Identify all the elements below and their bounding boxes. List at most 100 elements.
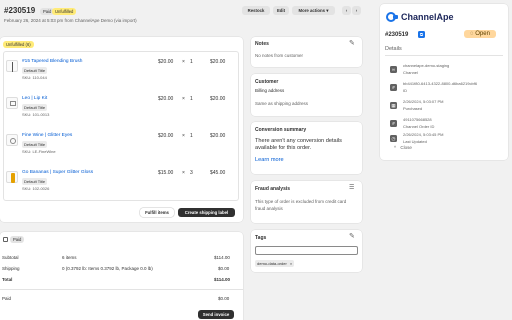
notes-card: Notes ✎ No notes from customer <box>251 37 362 67</box>
tags-card: Tags ✎ demo-data-order × <box>251 230 362 272</box>
edit-pencil-icon[interactable]: ✎ <box>349 232 355 240</box>
create-shipping-label-button[interactable]: Create shipping label <box>178 208 235 217</box>
variant-pill: Default Title <box>22 178 48 185</box>
billing-address-text: Same as shipping address <box>255 101 309 106</box>
link-icon: ∞ <box>390 66 397 73</box>
list-icon: ☰ <box>349 185 355 191</box>
item-sku: SKU: 101-0013 <box>22 112 50 117</box>
calendar-icon: ▦ <box>390 102 397 109</box>
edit-button[interactable]: Edit <box>273 6 289 15</box>
chevron-up-icon: ^ <box>394 145 397 150</box>
item-quantity: 1 <box>190 59 193 65</box>
notes-text: No notes from customer <box>255 53 304 58</box>
image-placeholder-icon <box>10 101 16 106</box>
edit-pencil-icon[interactable]: ✎ <box>349 39 355 47</box>
fraud-analysis-card: Fraud analysis ☰ This type of order is e… <box>251 181 362 223</box>
row-value: $0.00 <box>218 266 230 271</box>
detail-value: 4911075668528 <box>403 117 432 122</box>
tag-chip: demo-data-order × <box>255 260 295 267</box>
detail-label: Channel Order ID <box>403 124 435 129</box>
item-total: $20.00 <box>210 133 226 139</box>
panel-order-number: #230519 <box>385 32 409 38</box>
close-label: Close <box>400 145 412 150</box>
item-times: × <box>182 170 185 176</box>
item-times: × <box>182 96 185 102</box>
product-thumbnail <box>6 171 18 183</box>
detail-label: Channel <box>403 70 418 75</box>
detail-label: ID <box>403 88 407 93</box>
open-in-new-icon[interactable]: ⧉ <box>418 31 425 38</box>
row-label: Paid <box>2 296 12 301</box>
item-sku: SKU: 110-044 <box>22 75 47 80</box>
hash-icon: # <box>390 84 397 91</box>
detail-value: channelape-demo-staging <box>403 63 450 68</box>
fulfill-items-button[interactable]: Fulfill items <box>140 208 174 217</box>
brand-name: ChannelApe <box>401 12 454 22</box>
shipping-row: Shipping 0 (0.3792 lb: Items 0.3792 lb, … <box>2 266 236 273</box>
subtotal-row: Subtotal 6 items $114.00 <box>2 255 236 262</box>
product-thumbnail <box>6 60 18 72</box>
item-price: $20.00 <box>158 133 174 139</box>
tags-input[interactable] <box>255 246 358 255</box>
row-value: $114.00 <box>214 277 231 282</box>
detail-label: Purchased <box>403 106 423 111</box>
detail-value: 2/26/2024, 5:03:07 PM <box>403 99 444 104</box>
row-value: $0.00 <box>218 296 230 301</box>
item-quantity: 1 <box>190 96 193 102</box>
row-detail: 6 items <box>62 255 77 260</box>
item-times: × <box>182 59 185 65</box>
previous-order-button[interactable]: ‹ <box>342 6 351 15</box>
clock-icon: ◷ <box>390 135 397 142</box>
payment-status-icon <box>3 237 8 242</box>
brush-icon <box>12 62 13 72</box>
channelape-logo-icon <box>386 12 398 22</box>
conversion-text: There aren't any conversion details avai… <box>255 138 342 151</box>
order-number: #230519 <box>4 6 36 15</box>
item-sku: SKU: LE-FineWine <box>22 149 56 154</box>
variant-pill: Default Title <box>22 67 48 74</box>
product-thumbnail <box>6 97 18 109</box>
item-price: $20.00 <box>158 59 174 65</box>
item-title-link[interactable]: Fine Wine | Glitter Eyes <box>22 133 72 138</box>
notes-title: Notes <box>255 41 269 47</box>
chevron-left-icon: ‹ <box>345 8 348 13</box>
send-invoice-button[interactable]: Send invoice <box>198 310 234 319</box>
restock-button[interactable]: Restock <box>242 6 270 15</box>
order-date-line: February 26, 2024 at 5:03 pm from Channe… <box>4 18 137 23</box>
hash-icon: # <box>390 120 397 127</box>
customer-card: Customer Billing address Same as shippin… <box>251 74 362 116</box>
paid-row: Paid $0.00 <box>2 296 236 303</box>
more-actions-label: More actions <box>298 8 326 13</box>
product-thumbnail <box>6 134 18 146</box>
image-placeholder-icon <box>10 138 16 144</box>
fraud-text: This type of order is excluded from cred… <box>255 199 347 211</box>
item-quantity: 1 <box>190 133 193 139</box>
unfulfilled-badge: Unfulfilled <box>52 8 77 15</box>
item-title-link[interactable]: Leo | Lip Kit <box>22 96 47 101</box>
next-order-button[interactable]: › <box>352 6 361 15</box>
row-label: Total <box>2 277 13 282</box>
item-title-link[interactable]: #15 Tapered Blending Brush <box>22 59 82 64</box>
tags-title: Tags <box>255 235 267 241</box>
chevron-down-icon: ▾ <box>326 8 329 13</box>
row-value: $114.00 <box>214 255 230 260</box>
item-title-link[interactable]: Go Bananas | Super Glitter Gloss <box>22 170 93 175</box>
detail-value: 2/26/2024, 5:03:45 PM <box>403 132 444 137</box>
conversion-summary-card: Conversion summary There aren't any conv… <box>251 122 362 174</box>
details-title: Details <box>385 46 402 52</box>
fraud-title: Fraud analysis <box>255 186 291 192</box>
details-divider <box>385 55 503 56</box>
payment-card: Paid Subtotal 6 items $114.00 Shipping 0… <box>0 232 243 320</box>
status-label: Open <box>475 31 490 37</box>
payment-paid-badge: Paid <box>10 236 25 243</box>
close-button[interactable]: ^ Close <box>394 145 412 150</box>
learn-more-link[interactable]: Learn more <box>255 157 284 163</box>
customer-title: Customer <box>255 79 279 85</box>
remove-tag-icon[interactable]: × <box>290 261 292 266</box>
open-status-badge: ◌ Open <box>464 30 496 38</box>
item-times: × <box>182 133 185 139</box>
more-actions-button[interactable]: More actions ▾ <box>292 6 335 15</box>
item-price: $20.00 <box>158 96 174 102</box>
chevron-right-icon: › <box>355 8 358 13</box>
variant-pill: Default Title <box>22 104 48 111</box>
